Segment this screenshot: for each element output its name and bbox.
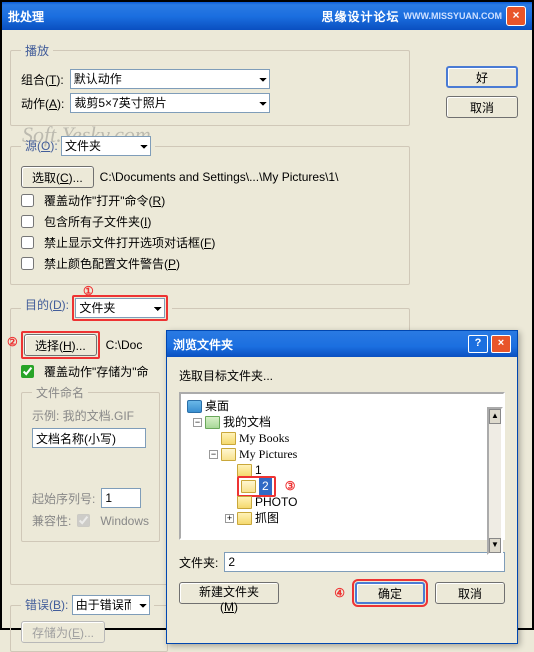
saveas-button: 存储为(E)... — [21, 621, 105, 643]
tree-node-mypics[interactable]: −My Pictures — [187, 446, 497, 462]
tree-node-1[interactable]: 1 — [187, 462, 497, 478]
tree-node-desktop[interactable]: 桌面 — [187, 398, 497, 414]
close-icon[interactable]: × — [506, 6, 526, 26]
main-titlebar: 批处理 思缘设计论坛 WWW.MISSYUAN.COM × — [2, 2, 532, 30]
annotation-1: ① — [83, 284, 94, 298]
new-folder-button[interactable]: 新建文件夹 (M) — [179, 582, 279, 604]
source-group: 源(O): 文件夹 选取(C)... C:\Documents and Sett… — [10, 136, 410, 285]
errors-select[interactable]: 由于错误而 — [72, 595, 150, 615]
filenaming-example: 示例: 我的文档.GIF — [32, 407, 149, 424]
folder-icon — [237, 464, 252, 477]
dialog-prompt: 选取目标文件夹... — [179, 367, 505, 384]
filenaming-group: 文件命名 示例: 我的文档.GIF 起始序列号: 兼容性: Windows — [21, 384, 160, 542]
set-label: 组合(T): — [21, 71, 64, 88]
help-icon[interactable]: ? — [468, 335, 488, 353]
folder-open-icon — [241, 480, 256, 493]
folder-icon — [237, 496, 252, 509]
annotation-4: ④ — [334, 586, 345, 600]
startseq-input[interactable] — [101, 488, 141, 508]
cancel-button[interactable]: 取消 — [446, 96, 518, 118]
dialog-titlebar: 浏览文件夹 ? × — [167, 331, 517, 357]
dialog-title: 浏览文件夹 — [173, 336, 233, 353]
cb-suppress-open-label: 禁止显示文件打开选项对话框(F) — [44, 234, 215, 251]
folder-input[interactable] — [224, 552, 505, 572]
brand-text: 思缘设计论坛 — [321, 8, 399, 25]
tree-node-mydocs[interactable]: −我的文档 — [187, 414, 497, 430]
browse-folder-dialog: 浏览文件夹 ? × 选取目标文件夹... 桌面 −我的文档 My Books −… — [166, 330, 518, 644]
folder-open-icon — [221, 448, 236, 461]
tree-scrollbar[interactable]: ▲▼ — [487, 407, 503, 555]
folder-tree[interactable]: 桌面 −我的文档 My Books −My Pictures 1 2③ PHOT… — [179, 392, 505, 540]
cb-subfolders-label: 包含所有子文件夹(I) — [44, 213, 151, 230]
tree-node-mybooks[interactable]: My Books — [187, 430, 497, 446]
tree-node-zhuatu[interactable]: +抓图 — [187, 510, 497, 526]
cb-override-open[interactable] — [21, 194, 34, 207]
cb-suppress-profile-label: 禁止颜色配置文件警告(P) — [44, 255, 180, 272]
cb-override-saveas[interactable] — [21, 365, 34, 378]
dialog-close-icon[interactable]: × — [491, 335, 511, 353]
brand-url: WWW.MISSYUAN.COM — [404, 11, 503, 21]
errors-group: 错误(B): 由于错误而 存储为(E)... — [10, 595, 168, 652]
folder-icon — [237, 512, 252, 525]
startseq-label: 起始序列号: — [32, 490, 95, 507]
annotation-2: ② — [7, 335, 18, 349]
tree-node-2-selected[interactable]: 2③ — [187, 478, 497, 494]
compat-windows-label: Windows — [100, 514, 149, 528]
cb-override-saveas-label: 覆盖动作"存储为"命 — [44, 363, 149, 380]
cb-subfolders[interactable] — [21, 215, 34, 228]
cb-suppress-open[interactable] — [21, 236, 34, 249]
destination-select[interactable]: 文件夹 — [75, 298, 165, 318]
destination-legend: 目的(D): ① 文件夹 — [21, 295, 172, 321]
source-path: C:\Documents and Settings\...\My Picture… — [100, 170, 339, 184]
scroll-up-icon[interactable]: ▲ — [489, 409, 501, 424]
window-title: 批处理 — [8, 8, 44, 25]
folder-icon — [205, 416, 220, 429]
choose-source-button[interactable]: 选取(C)... — [21, 166, 94, 188]
playback-legend: 播放 — [21, 42, 53, 59]
filenaming-legend: 文件命名 — [32, 384, 88, 401]
action-label: 动作(A): — [21, 95, 64, 112]
dest-path: C:\Doc — [106, 338, 143, 352]
action-select[interactable]: 裁剪5×7英寸照片 — [70, 93, 270, 113]
set-select[interactable]: 默认动作 — [70, 69, 270, 89]
compat-label: 兼容性: — [32, 512, 71, 529]
source-select[interactable]: 文件夹 — [61, 136, 151, 156]
filename-part-input[interactable] — [32, 428, 146, 448]
playback-group: 播放 组合(T): 默认动作 动作(A): 裁剪5×7英寸照片 — [10, 42, 410, 126]
cb-override-open-label: 覆盖动作"打开"命令(R) — [44, 192, 165, 209]
errors-legend: 错误(B): 由于错误而 — [21, 595, 154, 615]
source-legend: 源(O): 文件夹 — [21, 136, 155, 156]
ok-button[interactable]: 好 — [446, 66, 518, 88]
choose-dest-button[interactable]: 选择(H)... — [24, 334, 97, 356]
scroll-down-icon[interactable]: ▼ — [489, 538, 501, 553]
cb-suppress-profile[interactable] — [21, 257, 34, 270]
desktop-icon — [187, 400, 202, 413]
dialog-cancel-button[interactable]: 取消 — [435, 582, 505, 604]
folder-icon — [221, 432, 236, 445]
annotation-3: ③ — [285, 478, 296, 495]
dialog-ok-button[interactable]: 确定 — [355, 582, 425, 604]
folder-label: 文件夹: — [179, 554, 218, 571]
tree-node-photo[interactable]: PHOTO — [187, 494, 497, 510]
compat-windows-cb — [77, 514, 90, 527]
